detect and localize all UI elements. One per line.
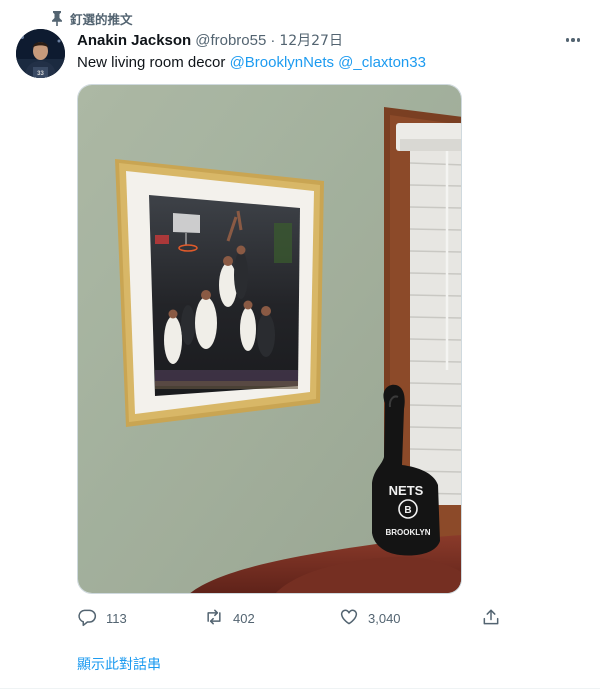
retweet-count: 402: [233, 610, 255, 626]
reply-count: 113: [106, 610, 127, 626]
mention-claxton33[interactable]: @_claxton33: [338, 54, 426, 71]
pinned-indicator: 釘選的推文: [50, 8, 133, 28]
share-icon: [481, 607, 501, 630]
author-name[interactable]: Anakin Jackson: [77, 32, 191, 49]
retweet-icon: [204, 607, 224, 630]
svg-text:33: 33: [37, 71, 44, 77]
pinned-label: 釘選的推文: [70, 11, 133, 27]
header-separator: ·: [270, 32, 276, 49]
tweet-photo[interactable]: NETS B BROOKLYN: [77, 84, 462, 594]
tweet-card[interactable]: 釘選的推文 33 Anakin Jackson @frobro55 · 12月2…: [0, 0, 600, 690]
share-button[interactable]: [481, 606, 501, 630]
avatar[interactable]: 33: [16, 29, 65, 78]
foam-finger-logo-text: B: [404, 505, 411, 516]
pin-icon: [50, 10, 64, 26]
more-dot-icon: [571, 38, 575, 42]
tweet-divider: [0, 688, 600, 689]
tweet-text-body: New living room decor: [77, 54, 230, 71]
tweet-header: Anakin Jackson @frobro55 · 12月27日: [77, 30, 343, 50]
heart-icon: [339, 607, 359, 630]
tweet-date[interactable]: 12月27日: [279, 30, 343, 50]
more-dot-icon: [576, 38, 581, 42]
like-count: 3,040: [368, 610, 401, 626]
more-dot-icon: [565, 38, 570, 42]
reply-button[interactable]: 113: [77, 606, 127, 630]
foam-finger-brooklyn-text: BROOKLYN: [385, 528, 430, 537]
more-options-button[interactable]: [560, 30, 586, 50]
tweet-actions: 113 402 3,040: [77, 606, 517, 630]
foam-finger-nets-text: NETS: [389, 483, 424, 498]
show-thread-link[interactable]: 顯示此對話串: [77, 654, 161, 674]
like-button[interactable]: 3,040: [339, 606, 401, 630]
reply-icon: [77, 607, 97, 630]
tweet-text: New living room decor @BrooklynNets @_cl…: [77, 53, 426, 73]
retweet-button[interactable]: 402: [204, 606, 255, 630]
author-handle[interactable]: @frobro55: [195, 32, 266, 49]
mention-brooklynnets[interactable]: @BrooklynNets: [230, 54, 334, 71]
